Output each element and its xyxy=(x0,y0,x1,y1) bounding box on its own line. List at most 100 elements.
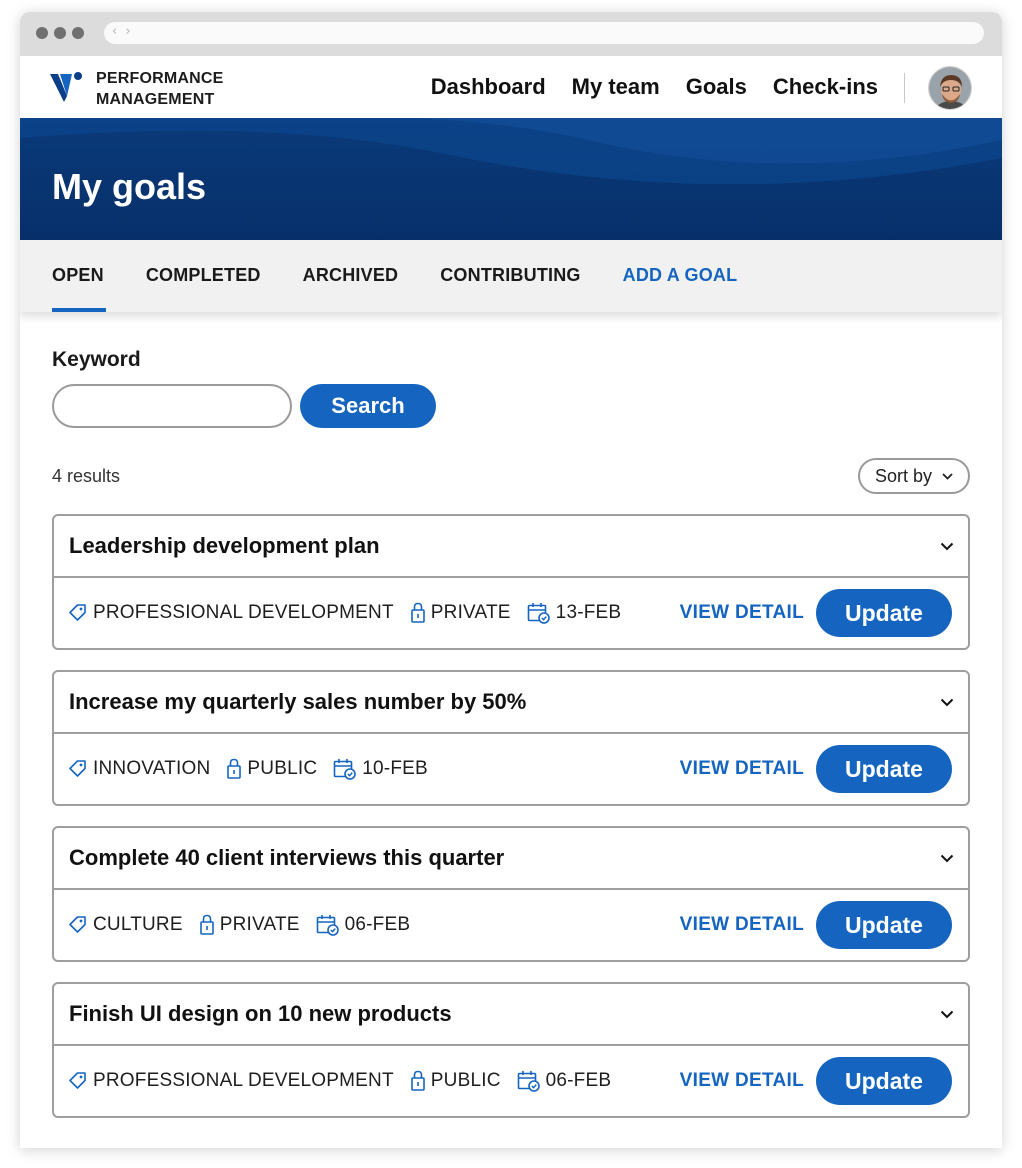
goal-category-label: PROFESSIONAL DEVELOPMENT xyxy=(93,1070,394,1091)
browser-titlebar: ‹ › xyxy=(20,12,1002,56)
goal-category: CULTURE xyxy=(68,914,183,936)
goal-meta: PROFESSIONAL DEVELOPMENT PUBLIC 06-FEB xyxy=(68,1070,627,1092)
page-title: My goals xyxy=(52,166,207,207)
window-controls xyxy=(36,27,84,39)
goal-due-date: 06-FEB xyxy=(517,1070,612,1092)
goal-card-header[interactable]: Leadership development plan xyxy=(54,516,968,578)
goal-category-label: CULTURE xyxy=(93,914,183,935)
goal-tabs: OPEN COMPLETED ARCHIVED CONTRIBUTING ADD… xyxy=(20,240,1002,312)
chevron-down-icon[interactable] xyxy=(940,542,954,551)
goal-title: Leadership development plan xyxy=(69,533,380,558)
goal-actions: VIEW DETAIL Update xyxy=(680,745,952,793)
view-detail-link[interactable]: VIEW DETAIL xyxy=(680,602,804,624)
goal-category: PROFESSIONAL DEVELOPMENT xyxy=(68,602,394,624)
chevron-down-icon xyxy=(942,472,953,480)
goal-visibility: PUBLIC xyxy=(226,758,317,780)
goal-due-date: 06-FEB xyxy=(316,914,411,936)
update-button[interactable]: Update xyxy=(816,1057,952,1105)
tag-icon xyxy=(69,604,86,621)
search-button[interactable]: Search xyxy=(300,384,436,428)
goal-visibility-label: PRIVATE xyxy=(430,602,511,623)
nav-item-goals[interactable]: Goals xyxy=(686,74,747,100)
view-detail-link[interactable]: VIEW DETAIL xyxy=(680,758,804,780)
lock-icon xyxy=(199,914,214,935)
goal-title: Increase my quarterly sales number by 50… xyxy=(69,689,527,714)
goal-card-header[interactable]: Increase my quarterly sales number by 50… xyxy=(54,672,968,734)
nav-item-dashboard[interactable]: Dashboard xyxy=(431,74,546,100)
update-button[interactable]: Update xyxy=(816,589,952,637)
goal-card: Complete 40 client interviews this quart… xyxy=(52,826,970,962)
update-button[interactable]: Update xyxy=(816,901,952,949)
goal-visibility: PRIVATE xyxy=(410,602,511,624)
tag-icon xyxy=(69,1072,86,1089)
goal-date-label: 06-FEB xyxy=(344,914,411,935)
calendar-check-icon xyxy=(333,759,357,780)
top-navigation: PERFORMANCE MANAGEMENT Dashboard My team… xyxy=(20,56,1002,118)
tab-contributing[interactable]: CONTRIBUTING xyxy=(440,240,580,312)
results-bar: 4 results Sort by xyxy=(52,458,970,494)
goal-actions: VIEW DETAIL Update xyxy=(680,1057,952,1105)
keyword-label: Keyword xyxy=(52,348,141,371)
view-detail-link[interactable]: VIEW DETAIL xyxy=(680,914,804,936)
update-button[interactable]: Update xyxy=(816,745,952,793)
keyword-input[interactable] xyxy=(52,384,292,428)
calendar-check-icon xyxy=(517,1071,540,1092)
user-avatar[interactable] xyxy=(928,66,972,110)
goal-category: PROFESSIONAL DEVELOPMENT xyxy=(68,1070,394,1092)
goal-card: Increase my quarterly sales number by 50… xyxy=(52,670,970,806)
tab-archived[interactable]: ARCHIVED xyxy=(303,240,399,312)
avatar-portrait-icon xyxy=(929,67,971,109)
window-dot-icon[interactable] xyxy=(36,27,48,39)
brand-mark-icon xyxy=(50,72,82,102)
lock-icon xyxy=(227,758,242,779)
goal-meta: INNOVATION PUBLIC 10-FEB xyxy=(68,758,444,780)
view-detail-link[interactable]: VIEW DETAIL xyxy=(680,1070,804,1092)
sort-by-dropdown[interactable]: Sort by xyxy=(858,458,970,494)
back-forward-icon[interactable]: ‹ › xyxy=(112,24,133,39)
browser-window: ‹ › PERFORMANCE MANAGEMENT Dashboard My … xyxy=(20,12,1002,1148)
goal-actions: VIEW DETAIL Update xyxy=(680,901,952,949)
tag-icon xyxy=(69,916,86,933)
chevron-down-icon[interactable] xyxy=(940,1010,954,1019)
address-bar[interactable]: ‹ › xyxy=(104,22,984,44)
window-dot-icon[interactable] xyxy=(54,27,66,39)
goal-card: Leadership development plan PROFESSIONAL… xyxy=(52,514,970,650)
results-count: 4 results xyxy=(52,465,121,486)
tag-icon xyxy=(69,760,86,777)
goal-card-footer: INNOVATION PUBLIC 10-FEB VIEW DETAIL Upd… xyxy=(54,734,968,804)
chevron-down-icon[interactable] xyxy=(940,854,954,863)
calendar-check-icon xyxy=(316,915,339,936)
goal-date-label: 13-FEB xyxy=(555,602,622,623)
goal-category: INNOVATION xyxy=(68,758,210,780)
brand-logo[interactable]: PERFORMANCE MANAGEMENT xyxy=(50,68,224,110)
goal-visibility: PRIVATE xyxy=(199,914,300,936)
goal-date-label: 06-FEB xyxy=(545,1070,612,1091)
goal-visibility-label: PUBLIC xyxy=(430,1070,501,1091)
goal-due-date: 13-FEB xyxy=(527,602,622,624)
window-dot-icon[interactable] xyxy=(72,27,84,39)
goal-visibility-label: PRIVATE xyxy=(219,914,300,935)
goal-card-header[interactable]: Complete 40 client interviews this quart… xyxy=(54,828,968,890)
add-goal-link[interactable]: ADD A GOAL xyxy=(623,240,738,312)
goal-card: Finish UI design on 10 new products PROF… xyxy=(52,982,970,1118)
calendar-check-icon xyxy=(527,603,550,624)
lock-icon xyxy=(410,602,425,623)
tab-completed[interactable]: COMPLETED xyxy=(146,240,261,312)
sort-by-label: Sort by xyxy=(874,465,933,486)
main-menu: Dashboard My team Goals Check-ins xyxy=(431,74,878,100)
brand-line-2: MANAGEMENT xyxy=(96,91,215,108)
nav-item-check-ins[interactable]: Check-ins xyxy=(773,74,878,100)
page-header-banner: My goals xyxy=(20,118,1002,240)
goal-date-label: 10-FEB xyxy=(362,758,428,779)
goal-card-footer: PROFESSIONAL DEVELOPMENT PRIVATE 13-FEB … xyxy=(54,578,968,648)
brand-name: PERFORMANCE MANAGEMENT xyxy=(96,68,224,110)
goal-card-footer: PROFESSIONAL DEVELOPMENT PUBLIC 06-FEB V… xyxy=(54,1046,968,1116)
goal-visibility-label: PUBLIC xyxy=(247,758,318,779)
goal-category-label: INNOVATION xyxy=(93,758,211,779)
goal-card-header[interactable]: Finish UI design on 10 new products xyxy=(54,984,968,1046)
tab-open[interactable]: OPEN xyxy=(52,240,106,312)
goal-meta: PROFESSIONAL DEVELOPMENT PRIVATE 13-FEB xyxy=(68,602,637,624)
chevron-down-icon[interactable] xyxy=(940,698,954,707)
goal-category-label: PROFESSIONAL DEVELOPMENT xyxy=(93,602,394,623)
nav-item-my-team[interactable]: My team xyxy=(572,74,660,100)
